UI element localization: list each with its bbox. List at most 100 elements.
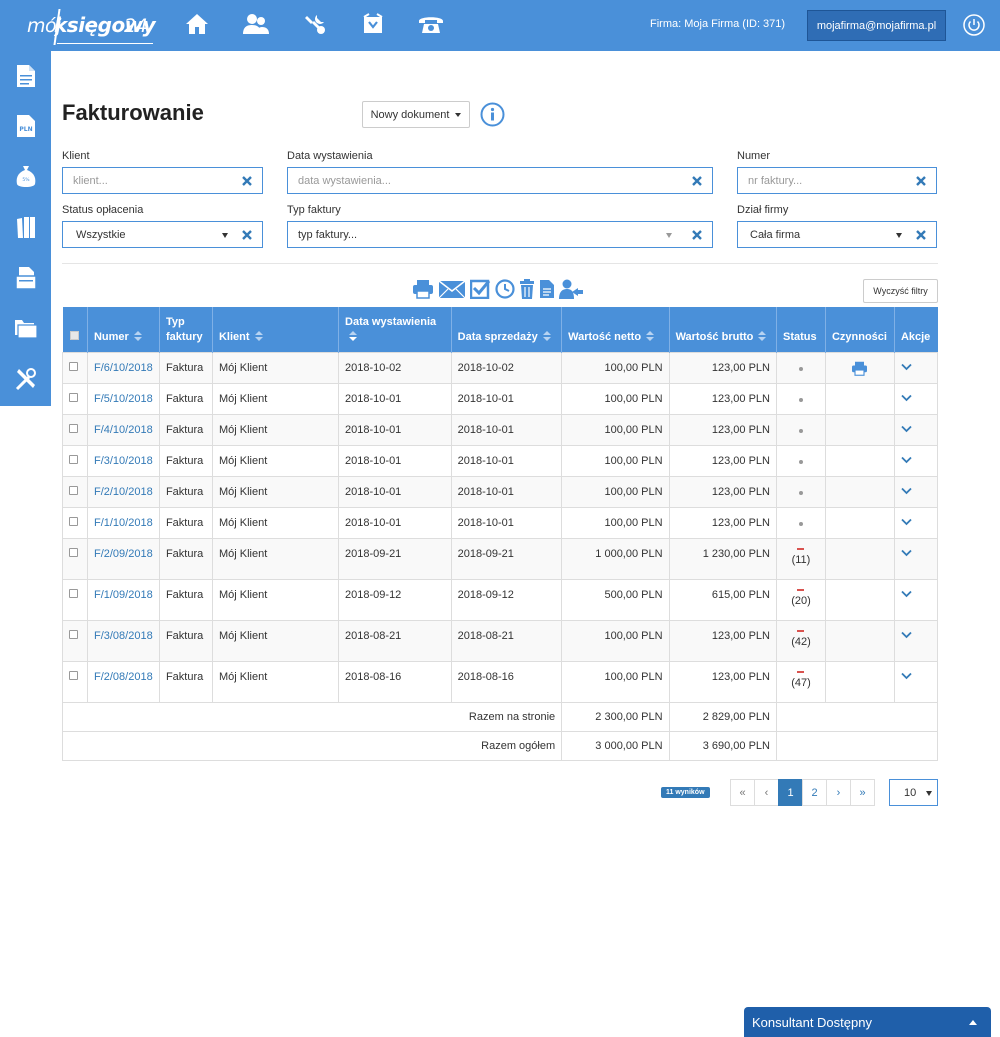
checkbox-icon[interactable]: [470, 279, 491, 299]
chevron-down-icon[interactable]: [901, 425, 912, 433]
select-all-header[interactable]: [62, 307, 88, 352]
chevron-down-icon[interactable]: [901, 518, 912, 526]
row-select-cell[interactable]: [62, 382, 88, 415]
client-filter-input[interactable]: klient...: [62, 167, 233, 194]
chevron-down-icon[interactable]: [901, 456, 912, 464]
invoice-type-clear-button[interactable]: [682, 221, 713, 248]
invoice-number-link[interactable]: F/1/09/2018: [94, 589, 153, 601]
cell-actions[interactable]: [893, 506, 939, 539]
invoice-number-link[interactable]: F/5/10/2018: [94, 393, 153, 405]
issue-date-filter-input[interactable]: data wystawienia...: [287, 167, 683, 194]
column-header-net[interactable]: Wartość netto: [561, 307, 670, 352]
books-icon[interactable]: [13, 213, 39, 241]
cell-number[interactable]: F/2/10/2018: [86, 475, 160, 508]
user-share-icon[interactable]: [559, 279, 583, 299]
invoice-number-link[interactable]: F/3/10/2018: [94, 455, 153, 467]
row-checkbox[interactable]: [69, 361, 78, 371]
column-header-gross[interactable]: Wartość brutto: [669, 307, 777, 352]
cell-actions[interactable]: [893, 619, 939, 662]
payment-status-select[interactable]: Wszystkie: [62, 221, 233, 248]
column-header-client[interactable]: Klient: [212, 307, 340, 352]
power-icon[interactable]: [963, 14, 985, 36]
cell-number[interactable]: F/5/10/2018: [86, 382, 160, 415]
number-filter-input[interactable]: nr faktury...: [737, 167, 907, 194]
row-checkbox[interactable]: [69, 516, 78, 526]
payment-status-clear-button[interactable]: [232, 221, 263, 248]
document-icon[interactable]: [13, 62, 39, 90]
row-select-cell[interactable]: [62, 413, 88, 446]
file-icon[interactable]: [539, 279, 555, 299]
row-select-cell[interactable]: [62, 660, 88, 703]
cell-number[interactable]: F/2/08/2018: [86, 660, 160, 703]
row-checkbox[interactable]: [69, 670, 78, 680]
cell-actions[interactable]: [893, 578, 939, 621]
user-email-button[interactable]: mojafirma@mojafirma.pl: [807, 10, 946, 41]
trash-icon[interactable]: [519, 279, 535, 299]
row-select-cell[interactable]: [62, 578, 88, 621]
cell-number[interactable]: F/4/10/2018: [86, 413, 160, 446]
cell-number[interactable]: F/1/09/2018: [86, 578, 160, 621]
chevron-down-icon[interactable]: [901, 363, 912, 371]
department-clear-button[interactable]: [906, 221, 937, 248]
pln-document-icon[interactable]: PLN: [13, 112, 39, 140]
cell-number[interactable]: F/1/10/2018: [86, 506, 160, 539]
cell-actions[interactable]: [893, 537, 939, 580]
issue-date-filter-clear-button[interactable]: [682, 167, 713, 194]
home-icon[interactable]: [184, 12, 210, 36]
invoice-number-link[interactable]: F/1/10/2018: [94, 517, 153, 529]
print-icon[interactable]: [412, 279, 434, 299]
column-header-number[interactable]: Numer: [87, 307, 160, 352]
chevron-down-icon[interactable]: [901, 672, 912, 680]
consultant-chat-bar[interactable]: Konsultant Dostępny: [744, 1007, 991, 1037]
select-all-checkbox[interactable]: [69, 330, 79, 340]
cell-actions[interactable]: [893, 660, 939, 703]
invoice-number-link[interactable]: F/2/09/2018: [94, 548, 153, 560]
row-select-cell[interactable]: [62, 619, 88, 662]
invoice-number-link[interactable]: F/3/08/2018: [94, 630, 153, 642]
row-checkbox[interactable]: [69, 588, 78, 598]
invoice-number-link[interactable]: F/2/10/2018: [94, 486, 153, 498]
print-icon[interactable]: [851, 361, 868, 376]
number-filter-clear-button[interactable]: [906, 167, 937, 194]
row-checkbox[interactable]: [69, 392, 78, 402]
cell-actions[interactable]: [893, 382, 939, 415]
chevron-down-icon[interactable]: [901, 487, 912, 495]
row-select-cell[interactable]: [62, 475, 88, 508]
row-select-cell[interactable]: [62, 444, 88, 477]
cell-number[interactable]: F/3/10/2018: [86, 444, 160, 477]
row-select-cell[interactable]: [62, 537, 88, 580]
cell-actions[interactable]: [893, 444, 939, 477]
per-page-select[interactable]: 10: [889, 779, 938, 806]
row-select-cell[interactable]: [62, 351, 88, 384]
chevron-down-icon[interactable]: [901, 590, 912, 598]
row-checkbox[interactable]: [69, 629, 78, 639]
row-checkbox[interactable]: [69, 485, 78, 495]
next-page-button[interactable]: ›: [826, 779, 851, 806]
first-page-button[interactable]: «: [730, 779, 755, 806]
new-document-button[interactable]: Nowy dokument: [362, 101, 470, 128]
vat-bag-icon[interactable]: 5%: [13, 163, 39, 191]
inbox-icon[interactable]: [360, 12, 386, 36]
row-select-cell[interactable]: [62, 506, 88, 539]
logo[interactable]: mój księgowy 24: [27, 9, 156, 45]
page-button-2[interactable]: 2: [802, 779, 827, 806]
tools-icon[interactable]: [13, 365, 39, 393]
invoice-number-link[interactable]: F/4/10/2018: [94, 424, 153, 436]
row-checkbox[interactable]: [69, 423, 78, 433]
cell-actions[interactable]: [893, 475, 939, 508]
cell-actions[interactable]: [893, 351, 939, 384]
folders-icon[interactable]: [13, 314, 39, 342]
wrench-icon[interactable]: [302, 12, 328, 36]
page-button-1[interactable]: 1: [778, 779, 803, 806]
users-icon[interactable]: [243, 12, 269, 36]
clear-filters-button[interactable]: Wyczyść filtry: [863, 279, 938, 303]
chevron-down-icon[interactable]: [901, 394, 912, 402]
invoice-number-link[interactable]: F/2/08/2018: [94, 671, 153, 683]
prev-page-button[interactable]: ‹: [754, 779, 779, 806]
invoice-type-select[interactable]: typ faktury...: [287, 221, 683, 248]
phone-icon[interactable]: [418, 12, 444, 36]
cell-actions[interactable]: [893, 413, 939, 446]
last-page-button[interactable]: »: [850, 779, 875, 806]
envelope-icon[interactable]: [438, 279, 466, 299]
clock-icon[interactable]: [495, 279, 515, 299]
